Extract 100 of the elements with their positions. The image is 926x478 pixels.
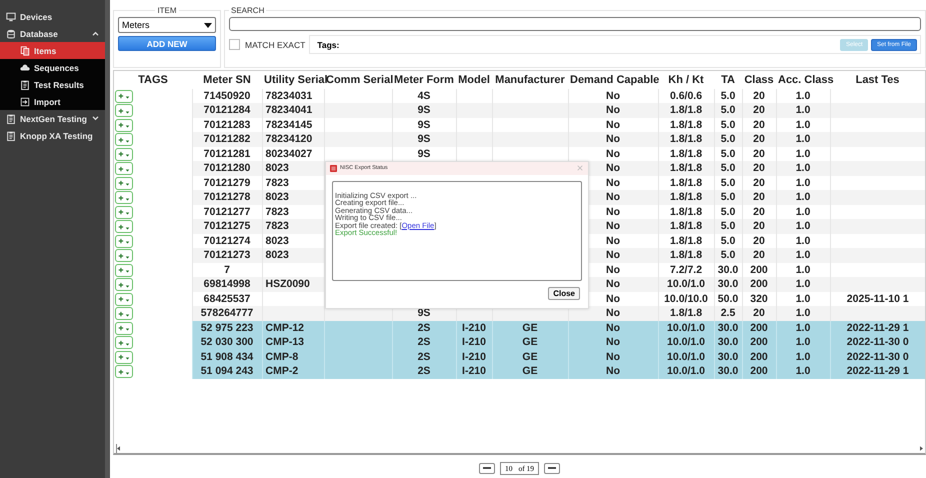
sidebar-item[interactable]: Sequences [0, 59, 105, 76]
column-header[interactable]: Demand Capable [568, 70, 658, 89]
table-cell: No [606, 191, 620, 204]
table-cell: 70121283 [204, 118, 250, 131]
table-cell: 578264777 [200, 307, 254, 320]
add-tag-button[interactable] [115, 292, 133, 306]
table-cell: 5.0 [720, 191, 736, 204]
add-tag-button[interactable] [115, 191, 133, 204]
table-row[interactable]: 52 030 300 CMP-13 2S I-210 GE No 10.0/1.0 30.0 200 1.0 2022-11-30 0 [114, 335, 925, 350]
table-cell: 70121282 [204, 133, 250, 146]
add-tag-button[interactable] [115, 133, 133, 146]
table-cell: 1.8/1.8 [670, 176, 702, 189]
add-tag-button[interactable] [115, 176, 133, 190]
plus-caret-icon [117, 194, 131, 202]
scroll-right-icon[interactable] [920, 446, 923, 452]
table-cell: 70121273 [204, 249, 250, 262]
panel-legend: SEARCH [229, 6, 266, 15]
scroll-left-icon[interactable] [117, 446, 120, 452]
add-tag-button[interactable] [115, 336, 133, 350]
sidebar-item[interactable]: Import [0, 93, 105, 110]
table-cell: 5.0 [720, 249, 736, 262]
table-cell: 2025-11-10 1 [846, 292, 909, 305]
table-cell: 8023 [266, 234, 289, 247]
table-cell: 51 094 243 [200, 365, 254, 378]
add-tag-button[interactable] [115, 307, 133, 320]
add-tag-button[interactable] [115, 148, 133, 161]
plus-caret-icon [117, 208, 131, 216]
sidebar-item[interactable]: Devices [0, 8, 105, 25]
table-cell: 9S [418, 133, 430, 146]
table-row[interactable]: 52 975 223 CMP-12 2S I-210 GE No 10.0/1.0 30.0 200 1.0 2022-11-29 1 [114, 320, 925, 336]
table-cell: 1.8/1.8 [670, 191, 702, 204]
table-cell: No [606, 104, 620, 116]
sidebar-item[interactable]: Knopp XA Testing [0, 127, 105, 144]
add-tag-button[interactable] [115, 104, 133, 118]
table-row[interactable]: 51 094 243 CMP-2 2S I-210 GE No 10.0/1.0 30.0 200 1.0 2022-11-29 1 [114, 364, 925, 379]
table-cell: 1.0 [796, 307, 810, 320]
column-header[interactable]: TA [714, 70, 742, 89]
plus-caret-icon [117, 237, 131, 246]
add-tag-button[interactable] [115, 350, 133, 364]
table-cell: No [606, 350, 620, 363]
sidebar-item[interactable]: NextGen Testing [0, 110, 105, 127]
column-header[interactable]: Model [456, 70, 492, 89]
next-page-button[interactable] [544, 462, 560, 474]
table-cell: 8023 [266, 162, 289, 174]
table-cell: 200 [750, 322, 768, 334]
table-cell: 5.0 [720, 133, 736, 146]
table-cell: 1.0 [796, 191, 810, 204]
table-cell: No [606, 278, 620, 290]
table-cell: 2S [418, 336, 430, 348]
table-cell: GE [522, 365, 538, 378]
item-select[interactable]: Meters [118, 17, 216, 33]
add-tag-button[interactable] [115, 249, 133, 262]
table-cell: No [606, 234, 620, 247]
add-tag-button[interactable] [115, 206, 133, 219]
add-tag-button[interactable] [115, 234, 133, 248]
table-cell: 20 [753, 191, 765, 204]
add-tag-button[interactable] [115, 90, 133, 103]
add-tag-button[interactable] [115, 118, 133, 132]
dropdown-icon [204, 22, 212, 28]
table-cell: 200 [750, 365, 768, 378]
column-header[interactable]: Meter Form [392, 70, 456, 89]
sidebar-item[interactable]: Items [0, 42, 105, 59]
column-header[interactable]: Class [742, 70, 776, 89]
table-cell: 1.0 [796, 104, 810, 116]
add-tag-button[interactable] [115, 162, 133, 176]
add-tag-button[interactable] [115, 264, 133, 277]
clipboard-icon [6, 130, 16, 140]
table-cell: 1.0 [796, 148, 810, 160]
add-tag-button[interactable] [115, 322, 133, 335]
close-button[interactable]: Close [548, 286, 580, 300]
plus-caret-icon [117, 136, 131, 144]
table-cell: 20 [753, 90, 765, 102]
plus-caret-icon [117, 353, 131, 362]
table-cell: No [606, 133, 620, 146]
table-cell: 10.0/1.0 [667, 278, 705, 290]
table-row[interactable]: 51 908 434 CMP-8 2S I-210 GE No 10.0/1.0 30.0 200 1.0 2022-11-30 0 [114, 350, 925, 364]
table-cell: 1.0 [796, 350, 810, 363]
column-header[interactable]: TAGS [114, 70, 192, 89]
table-cell: 70121284 [204, 104, 250, 116]
table-cell: 1.8/1.8 [670, 206, 702, 218]
table-cell: 78234120 [266, 133, 312, 146]
table-cell: 200 [750, 264, 768, 276]
table-row[interactable]: 70121282 78234120 9S No 1.8/1.8 5.0 20 1.0 [114, 132, 925, 147]
table-cell: 20 [753, 206, 765, 218]
match-exact-checkbox[interactable]: MATCH EXACT [229, 39, 306, 50]
sidebar-item[interactable]: Database [0, 25, 105, 42]
horizontal-scrollbar[interactable] [116, 444, 923, 454]
search-field[interactable] [229, 17, 921, 31]
column-header[interactable]: Kh / Kt [658, 70, 714, 89]
table-cell: 1.8/1.8 [670, 104, 702, 116]
add-tag-button[interactable] [115, 220, 133, 234]
add-tag-button[interactable] [115, 365, 133, 378]
table-row[interactable]: 70121284 78234041 9S No 1.8/1.8 5.0 20 1.0 [114, 103, 925, 118]
column-header[interactable]: Meter SN [192, 70, 262, 89]
table-cell: 200 [750, 278, 768, 290]
add-tag-button[interactable] [115, 278, 133, 292]
previous-page-button[interactable] [478, 462, 495, 474]
column-header[interactable]: Manufacturer [492, 70, 568, 89]
sidebar-item[interactable]: Test Results [0, 76, 105, 93]
table-cell: No [606, 176, 620, 189]
